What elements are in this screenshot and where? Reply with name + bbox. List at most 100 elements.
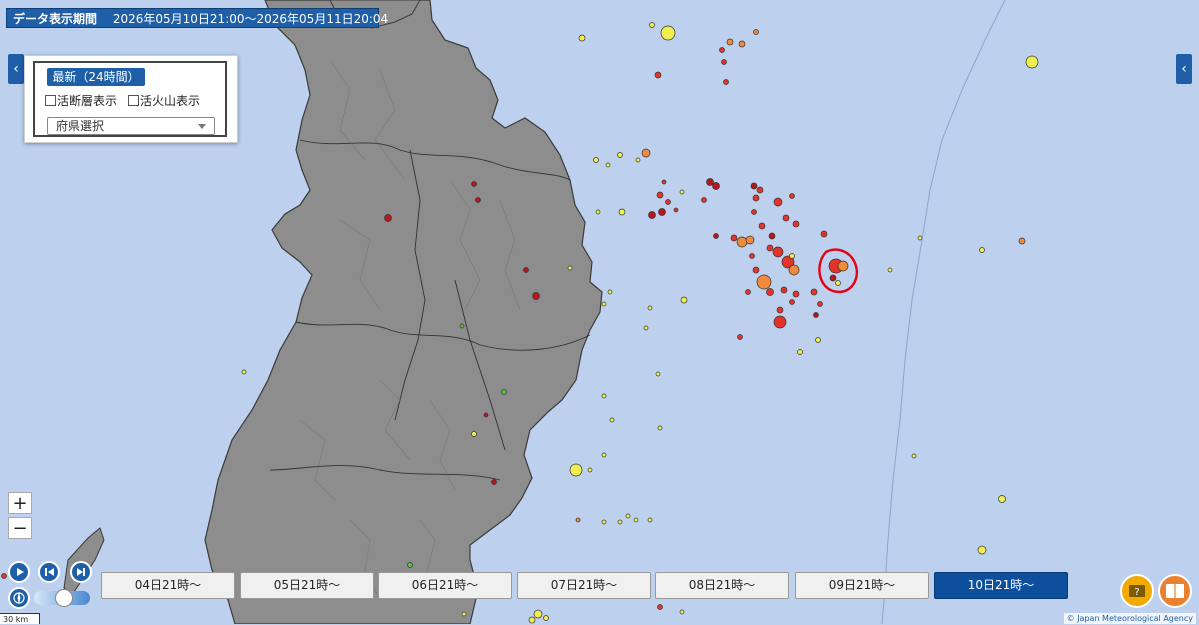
active-fault-checkbox[interactable]: 活断層表示 bbox=[45, 92, 117, 109]
prefecture-select[interactable]: 府県選択 bbox=[47, 117, 215, 135]
quake-marker bbox=[789, 299, 795, 305]
quake-marker bbox=[817, 301, 823, 307]
quake-marker bbox=[665, 199, 671, 205]
quake-marker bbox=[756, 274, 772, 290]
quake-marker bbox=[835, 280, 841, 286]
latest-24h-button[interactable]: 最新（24時間） bbox=[47, 68, 145, 86]
quake-marker bbox=[721, 59, 727, 65]
quake-marker bbox=[745, 235, 755, 245]
timeline-button-4[interactable]: 07日21時～ bbox=[517, 572, 651, 599]
quake-marker bbox=[648, 211, 656, 219]
quake-marker bbox=[655, 371, 661, 377]
quake-marker bbox=[384, 214, 392, 222]
quake-marker bbox=[656, 191, 664, 199]
quake-marker bbox=[607, 289, 613, 295]
quake-marker bbox=[587, 467, 593, 473]
active-fault-label: 活断層表示 bbox=[57, 94, 118, 108]
collapse-left-panel-button[interactable]: ‹ bbox=[8, 54, 24, 84]
quake-marker bbox=[820, 230, 828, 238]
timeline-button-2[interactable]: 05日21時～ bbox=[240, 572, 374, 599]
compass-icon bbox=[13, 592, 25, 604]
quake-marker bbox=[641, 148, 651, 158]
active-volcano-checkbox[interactable]: 活火山表示 bbox=[128, 92, 200, 109]
quake-marker bbox=[782, 214, 790, 222]
period-label: データ表示期間 bbox=[13, 12, 98, 26]
quake-marker bbox=[1018, 237, 1026, 245]
quake-marker bbox=[837, 260, 849, 272]
quake-marker bbox=[461, 611, 467, 617]
timeline-button-7[interactable]: 10日21時～ bbox=[934, 572, 1068, 599]
quake-marker bbox=[618, 208, 626, 216]
quake-marker bbox=[595, 209, 601, 215]
quake-marker bbox=[471, 431, 477, 437]
quake-marker bbox=[601, 301, 607, 307]
timeline-button-3[interactable]: 06日21時～ bbox=[378, 572, 512, 599]
quake-marker bbox=[756, 186, 764, 194]
quake-marker bbox=[679, 609, 685, 615]
quake-marker bbox=[654, 71, 662, 79]
chevron-left-icon: ‹ bbox=[13, 61, 19, 77]
quake-marker bbox=[532, 292, 540, 300]
quake-marker bbox=[719, 47, 725, 53]
timeline-button-1[interactable]: 04日21時～ bbox=[101, 572, 235, 599]
quake-marker bbox=[766, 288, 774, 296]
zoom-out-button[interactable]: − bbox=[8, 517, 32, 539]
quake-marker bbox=[601, 393, 607, 399]
quake-marker bbox=[605, 162, 611, 168]
quake-marker bbox=[635, 157, 641, 163]
quake-marker bbox=[810, 288, 818, 296]
quake-marker bbox=[1, 573, 7, 579]
quake-marker bbox=[813, 312, 819, 318]
quake-marker bbox=[789, 253, 795, 259]
quake-marker bbox=[567, 265, 573, 271]
play-icon bbox=[17, 568, 24, 576]
checkbox-icon[interactable] bbox=[128, 95, 139, 106]
step-back-icon bbox=[45, 568, 54, 576]
quake-marker bbox=[788, 264, 800, 276]
quake-marker bbox=[917, 235, 923, 241]
play-button[interactable] bbox=[8, 561, 30, 583]
step-forward-icon bbox=[77, 568, 85, 576]
quake-marker bbox=[241, 369, 247, 375]
quake-marker bbox=[647, 517, 653, 523]
quake-marker bbox=[625, 513, 631, 519]
quake-marker bbox=[528, 616, 536, 624]
quake-marker bbox=[617, 519, 623, 525]
quake-marker bbox=[543, 615, 549, 621]
quake-marker bbox=[680, 296, 688, 304]
quake-marker bbox=[750, 182, 758, 190]
quake-marker bbox=[776, 306, 784, 314]
help-button[interactable]: ? bbox=[1120, 574, 1154, 608]
zoom-in-button[interactable]: + bbox=[8, 492, 32, 514]
copyright-credit: © Japan Meteorological Agency bbox=[1063, 613, 1196, 624]
timeline-button-5[interactable]: 08日21時～ bbox=[655, 572, 789, 599]
step-back-button[interactable] bbox=[38, 561, 60, 583]
quake-marker bbox=[523, 267, 529, 273]
quake-marker bbox=[772, 246, 784, 258]
quake-marker bbox=[911, 453, 917, 459]
step-forward-button[interactable] bbox=[70, 561, 92, 583]
quake-marker bbox=[737, 334, 743, 340]
quake-marker bbox=[797, 349, 803, 355]
quake-marker bbox=[679, 189, 685, 195]
quake-marker bbox=[660, 25, 676, 41]
quake-marker bbox=[658, 208, 666, 216]
quake-marker bbox=[407, 562, 413, 568]
control-panel-frame: 最新（24時間） 活断層表示 活火山表示 府県選択 bbox=[33, 61, 227, 137]
control-panel: 最新（24時間） 活断層表示 活火山表示 府県選択 bbox=[24, 55, 238, 143]
quake-marker bbox=[609, 417, 615, 423]
quake-marker bbox=[749, 253, 755, 259]
compass-button[interactable] bbox=[8, 587, 30, 609]
legend-button[interactable] bbox=[1158, 574, 1192, 608]
quake-marker bbox=[792, 220, 800, 228]
chevron-down-icon bbox=[198, 124, 206, 129]
active-volcano-label: 活火山表示 bbox=[140, 94, 201, 108]
playback-speed-handle[interactable] bbox=[55, 589, 73, 607]
quake-marker bbox=[483, 412, 489, 418]
quake-marker bbox=[601, 452, 607, 458]
checkbox-icon[interactable] bbox=[45, 95, 56, 106]
chevron-left-icon: ‹ bbox=[1181, 61, 1187, 77]
open-right-panel-button[interactable]: ‹ bbox=[1176, 54, 1192, 84]
quake-marker bbox=[766, 244, 774, 252]
timeline-button-6[interactable]: 09日21時～ bbox=[795, 572, 929, 599]
